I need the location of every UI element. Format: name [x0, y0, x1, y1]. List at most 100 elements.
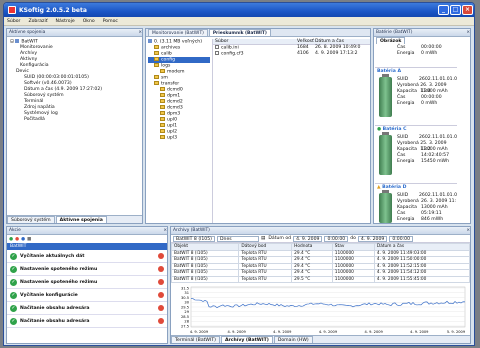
y-tick-label: 29	[184, 310, 189, 314]
cancel-icon[interactable]	[158, 253, 164, 259]
col-size[interactable]: Veľkosť	[297, 39, 315, 44]
folder-icon	[154, 75, 159, 79]
x-tick-label: 4. 9. 2009	[273, 330, 292, 334]
cancel-icon[interactable]	[158, 305, 164, 311]
title-bar: KSoftig 2.0.5.2 beta _ □ ×	[4, 3, 474, 17]
run-icon[interactable]: ●	[9, 237, 13, 242]
y-tick-label: 28	[184, 320, 189, 324]
warning-icon: ▲	[377, 185, 381, 190]
y-tick-label: 31.5	[181, 286, 189, 290]
connections-panel: Aktívne spojenia × ⊟ BatWIT Monitorovanie…	[6, 28, 143, 224]
date-from-field[interactable]: 4. 9. 2009	[293, 235, 323, 242]
app-icon	[8, 6, 16, 14]
folder-icon	[160, 129, 165, 133]
panel-close-icon[interactable]: ×	[163, 228, 167, 233]
battery-card-c: ● Batéria C SUID 2602.11.01.01.0 Vyrobená…	[375, 125, 457, 181]
tab-archives[interactable]: Archívy (BatWIT)	[220, 336, 273, 343]
range-select[interactable]: Dnes	[217, 235, 259, 242]
folder-icon	[154, 51, 159, 55]
panel-close-icon[interactable]: ×	[466, 228, 470, 233]
tab-monitoring[interactable]: Monitorovanie (BatWIT)	[148, 29, 208, 36]
date-to-field[interactable]: 4. 9. 2009	[357, 235, 388, 242]
file-list: Súbor Veľkosť Dátum a čas calib.ini 1684…	[212, 39, 370, 223]
x-tick-label: 4. 9. 2009	[410, 330, 429, 334]
archive-table: Objekt Dátový bod Hodnota Stav Dátum a č…	[171, 243, 470, 283]
table-row[interactable]: BatWIT 8 (l105) Teplota RTU 29.5 °C 1100000…	[171, 275, 470, 283]
to-label: do	[350, 236, 356, 241]
folder-icon	[154, 81, 159, 85]
window-title: KSoftig 2.0.5.2 beta	[19, 6, 87, 14]
battery-card-a: Batéria A SUID 2602.11.01.01.0 Vyrobená 26…	[375, 67, 457, 123]
cancel-icon[interactable]	[158, 292, 164, 298]
panel-title: Akcie	[9, 228, 21, 233]
action-item[interactable]: ✓ Načítanie obsahu adresára	[7, 315, 167, 328]
check-icon: ✓	[10, 317, 17, 325]
minimize-button[interactable]: _	[438, 5, 449, 15]
tab-explorer[interactable]: Prieskumník (BatWIT)	[208, 29, 271, 36]
folder-icon	[160, 117, 165, 121]
menu-tools[interactable]: Nástroje	[56, 19, 75, 24]
x-tick-label: 4. 9. 2009	[365, 330, 384, 334]
x-tick-label: 5. 9. 2009	[447, 330, 466, 334]
chart-icon[interactable]: ▤	[261, 236, 265, 241]
nav-tree: ⊟ BatWIT Monitorovanie Archívy Aktívny K…	[7, 37, 142, 125]
y-tick-label: 29.5	[181, 305, 189, 309]
action-item[interactable]: ✓ Nastavenie spoteného režimu	[7, 263, 167, 276]
device-icon	[15, 39, 20, 43]
cancel-icon[interactable]	[158, 266, 164, 272]
file-icon	[215, 51, 219, 55]
stop-icon[interactable]: ●	[15, 237, 19, 242]
maximize-button[interactable]: □	[450, 5, 461, 15]
cancel-icon[interactable]	[158, 318, 164, 324]
folder-icon	[154, 63, 159, 67]
folder-icon	[160, 105, 165, 109]
folder-icon	[160, 111, 165, 115]
tab-file-system[interactable]: Súborový systém	[7, 216, 55, 223]
delete-icon[interactable]: ■	[27, 237, 31, 242]
time-to-field[interactable]: 0:00:00	[389, 235, 414, 242]
source-select[interactable]: BatWIT 8 (l105)	[173, 235, 215, 242]
file-row[interactable]: config.cf3 4106 4. 9. 2009 17:13:2	[213, 51, 370, 57]
actions-panel: Akcie × ● ● ● ■ BatWIT ✓ Vyčítanie aktuálnych…	[6, 226, 168, 344]
close-button[interactable]: ×	[462, 5, 473, 15]
x-tick-label: 4. 9. 2009	[228, 330, 247, 334]
cancel-icon[interactable]	[158, 279, 164, 285]
actions-group-header: BatWIT	[7, 243, 167, 250]
folder-icon	[154, 57, 159, 61]
col-file[interactable]: Súbor	[213, 39, 297, 44]
col-date[interactable]: Dátum a čas	[315, 39, 344, 44]
y-tick-label: 28.5	[181, 315, 189, 319]
menu-view[interactable]: Zobraziť	[28, 19, 47, 24]
panel-title: Aktívne spojenia	[9, 30, 46, 35]
tab-picture[interactable]: Obrázok	[376, 37, 406, 44]
check-icon: ✓	[10, 278, 17, 286]
tab-terminal[interactable]: Terminál (BatWIT)	[171, 336, 220, 343]
refresh-icon[interactable]: ●	[21, 237, 25, 242]
action-item[interactable]: ✓ Načítanie obsahu adresára	[7, 302, 167, 315]
tab-domain[interactable]: Domain (HW)	[273, 336, 313, 343]
tab-active-connections[interactable]: Aktívne spojenia	[55, 216, 107, 223]
folder-icon	[160, 87, 165, 91]
file-icon	[215, 45, 219, 49]
temperature-chart: 31.53130.53029.52928.52827.54. 9. 2009 4.…	[181, 286, 466, 334]
archives-panel: Archívy (BatWIT) × BatWIT 8 (l105) Dnes ▤…	[170, 226, 471, 344]
folder-icon	[160, 93, 165, 97]
menu-window[interactable]: Okno	[83, 19, 95, 24]
panel-close-icon[interactable]: ×	[466, 30, 470, 35]
tree-item[interactable]: Počítadlá	[10, 117, 139, 123]
y-tick-label: 30	[184, 301, 189, 305]
drive-icon	[148, 39, 152, 43]
mode-label: Dátum od	[268, 236, 292, 241]
x-tick-label: 4. 9. 2009	[319, 330, 338, 334]
folder-item[interactable]: upl3	[148, 135, 210, 141]
menu-help[interactable]: Pomoc	[103, 19, 118, 24]
action-item[interactable]: ✓ Vyčítanie konfigurácie	[7, 289, 167, 302]
menu-bar: Súbor Zobraziť Nástroje Okno Pomoc	[4, 17, 474, 26]
panel-close-icon[interactable]: ×	[138, 30, 142, 35]
check-icon: ✓	[10, 265, 17, 273]
ok-icon: ●	[377, 127, 382, 132]
action-item[interactable]: ✓ Nastavenie spoteného režimu	[7, 276, 167, 289]
menu-file[interactable]: Súbor	[7, 19, 20, 24]
action-item[interactable]: ✓ Vyčítanie aktuálnych dát	[7, 250, 167, 263]
time-from-field[interactable]: 0:00:00	[324, 235, 349, 242]
